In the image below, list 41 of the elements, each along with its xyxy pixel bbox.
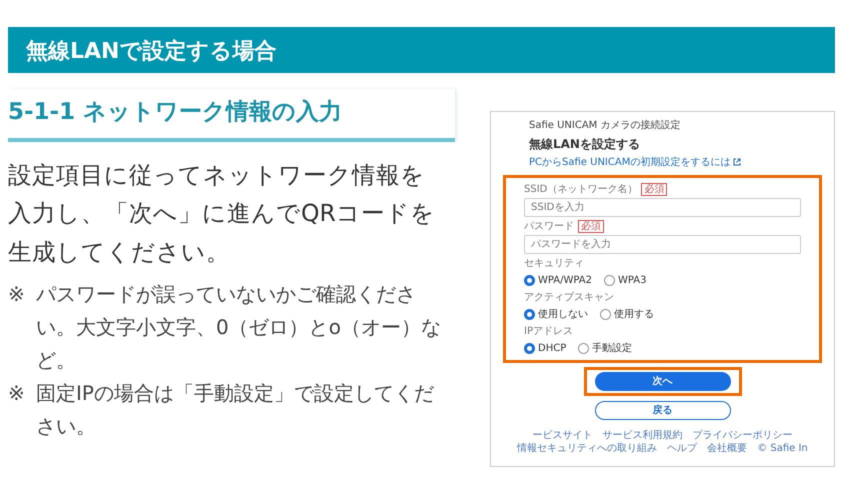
help-link[interactable]: PCからSafie UNICAMの初期設定をするには xyxy=(529,157,730,168)
footer-link[interactable]: ヘルプ xyxy=(667,442,698,455)
section-heading: 5-1-1 ネットワーク情報の入力 xyxy=(8,89,455,142)
radio-button[interactable] xyxy=(524,343,535,354)
required-badge: 必須 xyxy=(578,220,604,233)
note-mark: ※ xyxy=(8,280,26,308)
input-field[interactable]: SSIDを入力 xyxy=(524,198,801,217)
radio-button[interactable] xyxy=(604,275,615,286)
note-mark: ※ xyxy=(8,380,26,407)
required-badge: 必須 xyxy=(641,183,668,196)
instruction-text: 設定項目に従ってネットワーク情報を入力し、「次へ」に進んでQRコードを生成してください。 xyxy=(8,160,436,268)
input-field[interactable]: パスワードを入力 xyxy=(524,235,801,254)
option-label: 手動設定 xyxy=(592,342,632,356)
next-button[interactable]: 次へ xyxy=(594,372,730,391)
group-label: IPアドレス xyxy=(524,325,574,339)
app-name: Safie UNICAM カメラの接続設定 xyxy=(528,118,682,133)
footer-link[interactable]: サービス利用規約 xyxy=(602,429,682,442)
footer-link[interactable]: プライバシーポリシー xyxy=(692,429,792,442)
footer-link[interactable]: © Safie In xyxy=(757,442,808,455)
option-label: 使用しない xyxy=(538,308,588,322)
banner-title: 無線LANで設定する場合 xyxy=(8,27,835,73)
radio-button[interactable] xyxy=(600,309,611,320)
back-button[interactable]: 戻る xyxy=(594,401,730,420)
footer-link[interactable]: ービスサイト xyxy=(532,429,592,442)
group-label: セキュリティ xyxy=(524,257,585,271)
field-label: パスワード xyxy=(524,220,574,234)
group-label: アクティブスキャン xyxy=(524,290,615,305)
footer-link[interactable]: 会社概要 xyxy=(707,442,748,455)
radio-button[interactable] xyxy=(524,309,535,320)
footer-link[interactable]: 情報セキュリティへの取り組み xyxy=(517,442,658,455)
option-label: DHCP xyxy=(538,342,566,356)
radio-button[interactable] xyxy=(578,343,590,354)
page-title: 無線LANを設定する xyxy=(528,136,641,153)
note-text: パスワードが誤っていないかご確認ください。大文字小文字、0（ゼロ）とo（オー）など。 xyxy=(36,280,442,374)
field-label: SSID（ネットワーク名） xyxy=(524,183,638,197)
option-label: 使用する xyxy=(614,308,654,322)
note-text: 固定IPの場合は「手動設定」で設定してください。 xyxy=(36,380,435,440)
option-label: WPA/WPA2 xyxy=(538,274,592,288)
radio-button[interactable] xyxy=(524,275,535,286)
option-label: WPA3 xyxy=(618,274,646,288)
external-link-icon xyxy=(733,158,742,166)
